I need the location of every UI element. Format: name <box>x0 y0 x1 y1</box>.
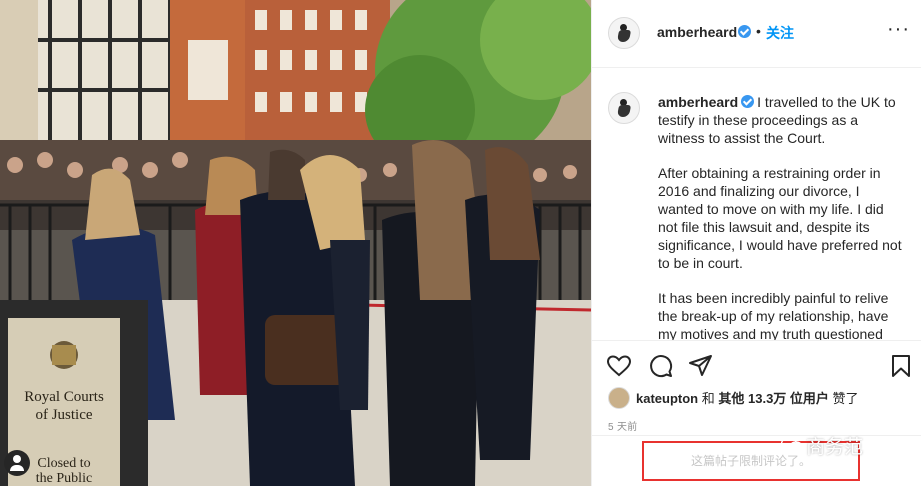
caption-paragraph-3: It has been incredibly painful to relive… <box>658 290 889 340</box>
caption-paragraph-2: After obtaining a restraining order in 2… <box>658 165 902 271</box>
wechat-logo-icon <box>781 436 803 453</box>
follow-button[interactable]: 关注 <box>766 23 794 43</box>
verified-badge-icon <box>741 95 755 108</box>
post-timestamp[interactable]: 5 天前 <box>608 418 638 433</box>
post-header: amberheard • 关注 ··· <box>592 0 921 68</box>
comment-icon[interactable] <box>648 353 674 379</box>
liker-avatar[interactable] <box>608 387 630 409</box>
post-caption: amberheard I travelled to the UK to testi… <box>592 68 921 340</box>
liked-by-row: kateupton 和 其他 13.3万 位用户 赞了 <box>636 388 859 407</box>
comments-bar: 这篇帖子限制评论了。 <box>592 435 921 486</box>
liked-by-suffix: 赞了 <box>832 391 859 406</box>
post-actions: kateupton 和 其他 13.3万 位用户 赞了 5 天前 <box>592 340 921 450</box>
post-photo: Royal Courts of Justice Closed to the Pu… <box>0 0 591 486</box>
verified-badge-icon <box>738 25 751 38</box>
caption-text: amberheard I travelled to the UK to testi… <box>658 93 904 340</box>
caption-username[interactable]: amberheard <box>658 94 738 110</box>
bookmark-icon[interactable] <box>888 353 914 379</box>
username-link[interactable]: amberheard <box>657 24 737 40</box>
liked-by-others[interactable]: 其他 13.3万 位用户 <box>718 391 829 406</box>
sign-royal-courts: Royal Courts of Justice <box>24 389 104 423</box>
separator-dot: • <box>756 23 761 39</box>
more-options-icon[interactable]: ··· <box>887 19 910 39</box>
avatar[interactable] <box>608 17 640 49</box>
royal-crest-icon <box>50 341 78 369</box>
caption-avatar[interactable] <box>608 92 640 124</box>
share-icon[interactable] <box>688 353 714 379</box>
post-side-panel: amberheard • 关注 ··· amberheard I travelle… <box>591 0 921 486</box>
liked-by-joiner: 和 <box>701 391 715 406</box>
watermark-text: 商务范 <box>806 436 864 458</box>
heart-icon[interactable] <box>606 353 632 379</box>
liked-by-user[interactable]: kateupton <box>636 391 698 406</box>
user-icon[interactable] <box>4 450 30 476</box>
